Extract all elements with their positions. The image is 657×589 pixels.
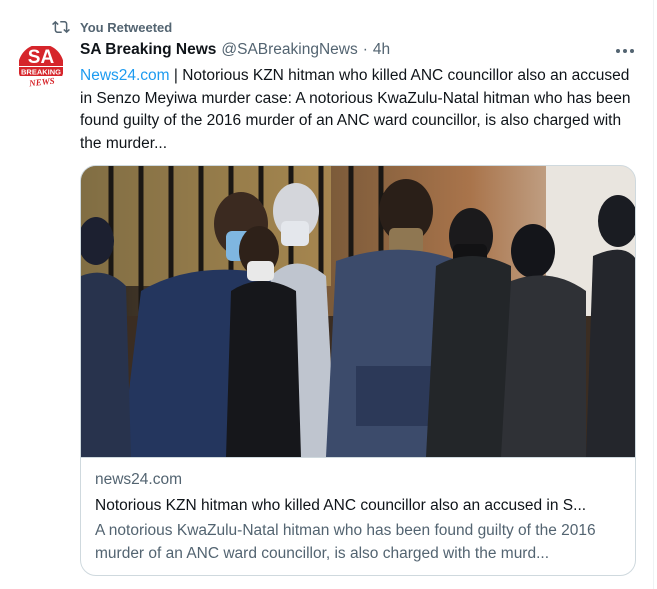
more-icon[interactable] bbox=[611, 40, 639, 62]
card-title: Notorious KZN hitman who killed ANC coun… bbox=[95, 497, 587, 514]
card-description: A notorious KwaZulu-Natal hitman who has… bbox=[95, 522, 596, 562]
sa-breaking-news-logo: SA BREAKING NEWS bbox=[18, 44, 64, 90]
svg-text:SA: SA bbox=[28, 47, 55, 68]
retweet-icon bbox=[52, 20, 70, 34]
author-name[interactable]: SA Breaking News bbox=[80, 41, 216, 59]
card-divider bbox=[81, 457, 635, 458]
timeline-border bbox=[653, 0, 654, 589]
svg-text:BREAKING: BREAKING bbox=[21, 68, 61, 77]
retweet-label: You Retweeted bbox=[80, 19, 173, 35]
tweet-text: News24.com | Notorious KZN hitman who ki… bbox=[80, 65, 640, 155]
link-card[interactable]: news24.com Notorious KZN hitman who kill… bbox=[80, 165, 636, 576]
card-photo bbox=[81, 166, 635, 457]
author-handle[interactable]: @SABreakingNews bbox=[221, 41, 357, 59]
tweet-timestamp[interactable]: 4h bbox=[373, 41, 390, 59]
tweet-header: SA Breaking News @SABreakingNews · 4h bbox=[80, 41, 390, 59]
retweet-indicator[interactable]: You Retweeted bbox=[52, 18, 172, 36]
tweet-source-link[interactable]: News24.com bbox=[80, 67, 170, 84]
header-separator: · bbox=[362, 41, 368, 58]
avatar[interactable]: SA BREAKING NEWS bbox=[18, 44, 64, 90]
card-domain: news24.com bbox=[95, 471, 183, 488]
